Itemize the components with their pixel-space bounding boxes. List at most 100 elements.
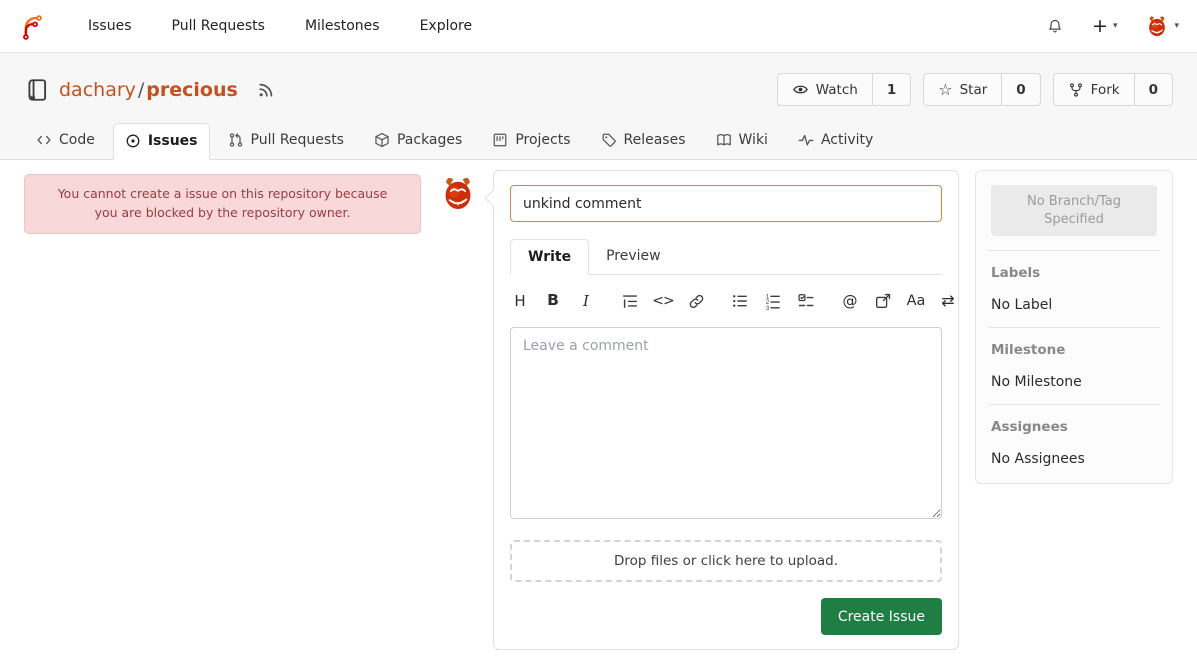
primary-nav: Issues Pull Requests Milestones Explore	[88, 18, 472, 34]
top-navbar: Issues Pull Requests Milestones Explore …	[0, 0, 1197, 53]
markdown-toolbar: H B I <>	[510, 288, 942, 314]
tab-releases[interactable]: Releases	[589, 122, 698, 159]
fork-icon	[1068, 82, 1084, 98]
rss-feed-button[interactable]	[257, 81, 275, 99]
bell-icon	[1046, 17, 1064, 35]
labels-value: No Label	[991, 297, 1157, 313]
heading-icon: H	[514, 294, 525, 309]
user-avatar	[1145, 14, 1169, 38]
branch-tag-button: No Branch/Tag Specified	[991, 185, 1157, 236]
numbered-list-icon: 1 2 3	[764, 292, 782, 310]
tab-packages[interactable]: Packages	[362, 122, 474, 159]
italic-icon: I	[583, 294, 589, 309]
chevron-down-icon: ▾	[1174, 21, 1179, 31]
chevron-down-icon: ▾	[1113, 21, 1118, 31]
fork-button[interactable]: Fork 0	[1053, 73, 1173, 106]
link-icon	[688, 293, 705, 310]
bold-icon: B	[547, 293, 559, 309]
package-icon	[374, 132, 390, 148]
open-book-icon	[716, 132, 732, 148]
repo-separator: /	[138, 79, 144, 101]
tab-write[interactable]: Write	[510, 239, 589, 275]
watch-button[interactable]: Watch 1	[777, 73, 911, 106]
tab-preview[interactable]: Preview	[589, 239, 678, 274]
ordered-list-button[interactable]: 1 2 3	[763, 289, 783, 313]
font-size-icon: Aa	[907, 294, 926, 309]
bullet-list-icon	[731, 292, 749, 310]
editor-switch-button[interactable]: ⇄	[938, 289, 958, 313]
tab-wiki[interactable]: Wiki	[704, 122, 780, 159]
submit-row: Create Issue	[510, 598, 942, 635]
new-issue-form: Write Preview H B I <>	[493, 170, 959, 650]
fork-count: 0	[1134, 74, 1172, 105]
file-dropzone[interactable]: Drop files or click here to upload.	[510, 540, 942, 582]
project-board-icon	[492, 132, 508, 148]
tab-pull-requests[interactable]: Pull Requests	[216, 122, 356, 159]
comment-textarea[interactable]	[510, 327, 942, 519]
speech-bubble-arrow	[485, 190, 502, 207]
issue-sidebar: No Branch/Tag Specified Labels No Label …	[975, 170, 1173, 484]
star-icon: ☆	[938, 82, 952, 98]
issue-circle-icon	[125, 133, 141, 149]
milestone-header: Milestone	[991, 342, 1157, 358]
user-menu-button[interactable]: ▾	[1145, 14, 1179, 38]
issue-title-input[interactable]	[510, 185, 942, 222]
dropzone-label: Drop files or click here to upload.	[614, 553, 838, 569]
watch-label: Watch	[816, 82, 858, 98]
nav-item-explore[interactable]: Explore	[420, 18, 473, 34]
mention-button[interactable]: @	[840, 289, 860, 313]
eye-icon	[792, 81, 809, 98]
quote-icon	[621, 292, 639, 310]
mention-icon: @	[843, 294, 858, 309]
heading-button[interactable]: H	[510, 289, 530, 313]
repo-header: dachary/precious Watch 1	[0, 53, 1197, 160]
notifications-button[interactable]	[1046, 17, 1064, 35]
main-content: You cannot create a issue on this reposi…	[0, 160, 1197, 665]
repository-book-icon	[24, 77, 50, 103]
assignees-value: No Assignees	[991, 451, 1157, 467]
switch-arrows-icon: ⇄	[941, 293, 954, 309]
repo-name-link[interactable]: precious	[146, 79, 238, 101]
divider	[988, 404, 1160, 405]
italic-button[interactable]: I	[576, 289, 596, 313]
font-size-button[interactable]: Aa	[906, 289, 926, 313]
labels-header: Labels	[991, 265, 1157, 281]
link-button[interactable]	[686, 289, 706, 313]
create-menu-button[interactable]: + ▾	[1092, 17, 1117, 36]
create-issue-button[interactable]: Create Issue	[821, 598, 942, 635]
cross-reference-icon	[874, 292, 892, 310]
divider	[988, 327, 1160, 328]
repo-actions: Watch 1 ☆ Star 0	[777, 73, 1173, 106]
tab-activity[interactable]: Activity	[786, 122, 885, 159]
tasklist-button[interactable]	[796, 289, 816, 313]
tab-projects[interactable]: Projects	[480, 122, 582, 159]
assignees-header: Assignees	[991, 419, 1157, 435]
tab-code[interactable]: Code	[24, 122, 107, 159]
watch-count: 1	[872, 74, 910, 105]
editor-tab-bar: Write Preview	[510, 239, 942, 275]
navbar-right: + ▾ ▾	[1046, 14, 1179, 38]
bold-button[interactable]: B	[543, 289, 563, 313]
star-button[interactable]: ☆ Star 0	[923, 73, 1040, 106]
tab-issues[interactable]: Issues	[113, 123, 210, 160]
reference-button[interactable]	[873, 289, 893, 313]
nav-item-milestones[interactable]: Milestones	[305, 18, 380, 34]
code-icon: <>	[652, 294, 673, 308]
commenter-avatar	[439, 174, 477, 212]
forgejo-logo-icon	[18, 13, 45, 40]
code-icon	[36, 132, 52, 148]
forgejo-logo[interactable]	[18, 11, 48, 41]
pull-request-icon	[228, 132, 244, 148]
pulse-icon	[798, 132, 814, 148]
svg-text:3: 3	[766, 305, 770, 310]
repo-owner-link[interactable]: dachary	[59, 79, 136, 101]
star-count: 0	[1001, 74, 1039, 105]
unordered-list-button[interactable]	[730, 289, 750, 313]
nav-item-issues[interactable]: Issues	[88, 18, 132, 34]
tasklist-icon	[797, 292, 815, 310]
repo-title: dachary/precious	[24, 77, 275, 103]
quote-button[interactable]	[620, 289, 640, 313]
nav-item-pull-requests[interactable]: Pull Requests	[172, 18, 265, 34]
code-button[interactable]: <>	[653, 289, 673, 313]
plus-icon: +	[1092, 17, 1108, 36]
